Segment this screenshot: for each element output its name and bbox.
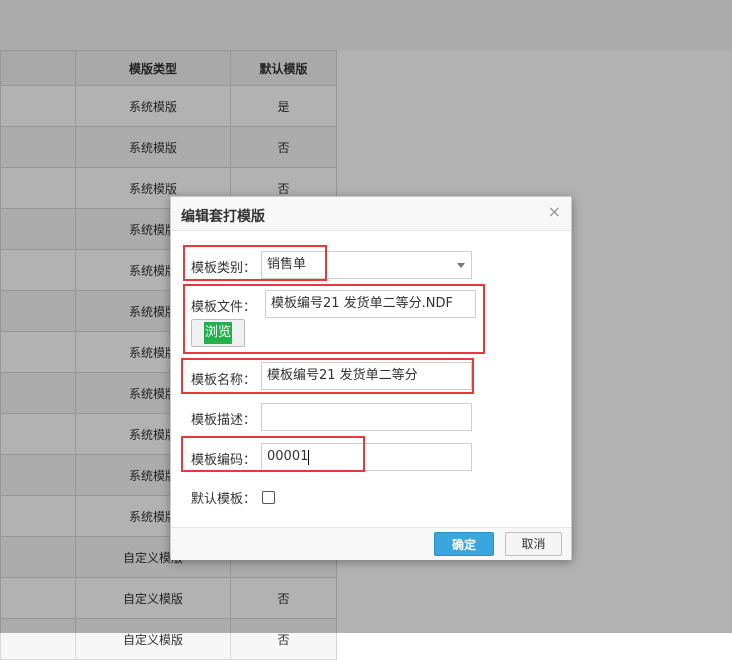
default-label: 默认模板：: [191, 492, 257, 507]
description-label: 模板描述：: [191, 413, 257, 428]
cancel-button[interactable]: 取消: [505, 532, 562, 556]
dialog-title: 编辑套打模版: [181, 209, 265, 225]
code-input[interactable]: 00001: [261, 443, 472, 471]
file-label: 模板文件：: [191, 300, 257, 315]
confirm-button[interactable]: 确定: [434, 532, 494, 556]
name-input[interactable]: 模板编号21 发货单二等分: [261, 362, 472, 390]
code-input-value: 00001: [267, 449, 309, 464]
category-select[interactable]: 销售单: [261, 251, 472, 279]
browse-button[interactable]: 浏览: [191, 319, 245, 347]
edit-template-dialog: 编辑套打模版 × 模板类别： 销售单 模板文件： 模板编号21 发货单二等分.N…: [170, 196, 572, 560]
dialog-footer: 确定 取消: [171, 527, 571, 560]
category-select-value: 销售单: [267, 257, 307, 272]
chevron-down-icon: [457, 263, 465, 268]
code-label: 模板编码：: [191, 453, 257, 468]
description-input[interactable]: [261, 403, 472, 431]
name-label: 模板名称：: [191, 373, 257, 388]
dialog-header: 编辑套打模版 ×: [171, 197, 571, 231]
category-label: 模板类别：: [191, 261, 257, 276]
browse-button-label: 浏览: [204, 322, 232, 344]
default-checkbox[interactable]: [262, 491, 275, 504]
file-path-field[interactable]: 模板编号21 发货单二等分.NDF: [265, 290, 476, 318]
close-icon[interactable]: ×: [548, 204, 561, 220]
text-caret: [308, 450, 309, 465]
